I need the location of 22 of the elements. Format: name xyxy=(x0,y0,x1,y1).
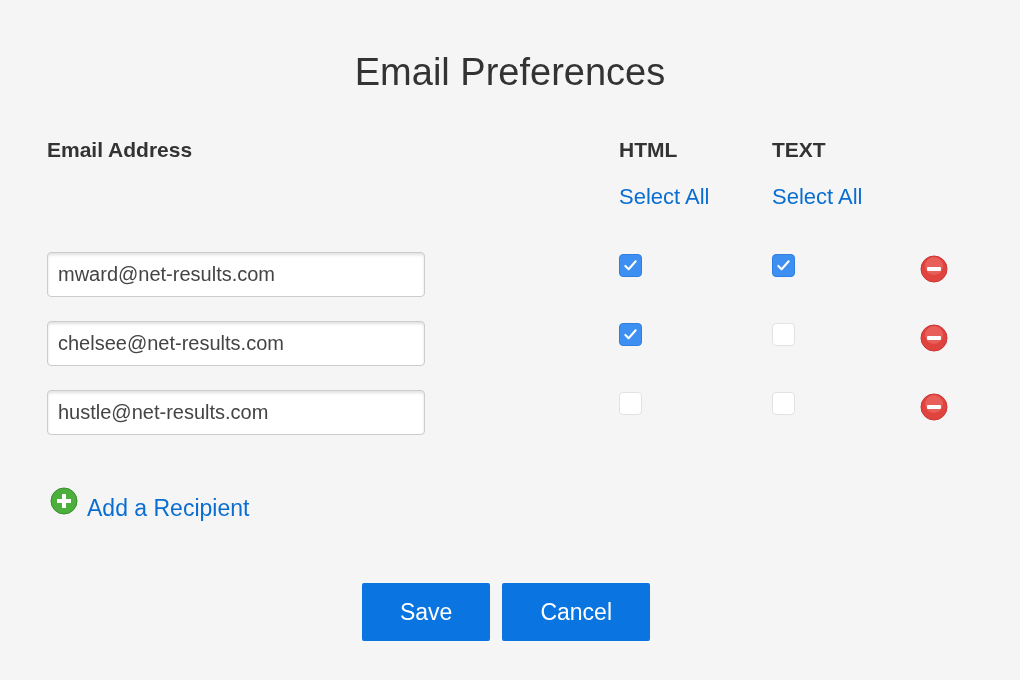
cancel-button[interactable]: Cancel xyxy=(502,583,650,642)
remove-icon[interactable] xyxy=(920,255,948,284)
checkbox[interactable] xyxy=(772,253,795,277)
select-all-link[interactable]: Select All xyxy=(772,179,863,214)
checkbox[interactable] xyxy=(619,322,642,346)
remove-icon[interactable] xyxy=(920,393,948,422)
check-icon xyxy=(776,257,791,273)
email-input-field[interactable]: chelsee@net-results.com xyxy=(47,320,425,366)
select-all-link[interactable]: Select All xyxy=(619,179,710,214)
add-recipient-link[interactable]: Add a Recipient xyxy=(87,490,250,526)
add-icon[interactable] xyxy=(50,486,78,515)
save-button[interactable]: Save xyxy=(361,583,491,642)
email-input-field[interactable]: mward@net-results.com xyxy=(47,251,425,297)
check-icon xyxy=(623,257,638,273)
email-input-field[interactable]: hustle@net-results.com xyxy=(47,389,425,435)
checkbox[interactable] xyxy=(619,253,642,277)
column-header: HTML xyxy=(619,136,679,163)
page-title: Email Preferences xyxy=(353,50,667,95)
check-icon xyxy=(623,326,638,342)
remove-icon[interactable] xyxy=(920,324,948,353)
column-header: TEXT xyxy=(772,136,827,163)
column-header: Email Address xyxy=(47,136,194,163)
